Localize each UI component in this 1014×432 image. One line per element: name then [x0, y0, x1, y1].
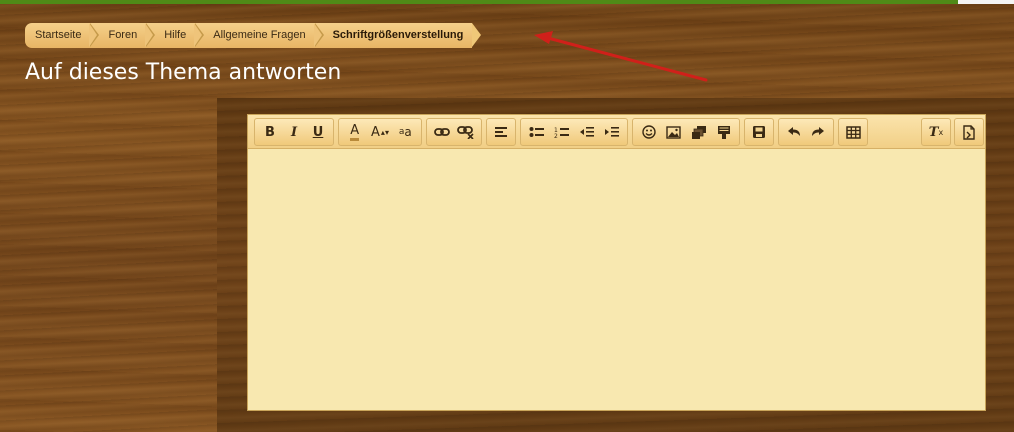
decrease-indent-button[interactable]: [574, 121, 599, 143]
breadcrumb-label: Foren: [108, 29, 138, 41]
page-title: Auf dieses Thema antworten: [25, 60, 342, 85]
media-icon: [691, 125, 706, 139]
breadcrumb-label: Schriftgrößenverstellung: [332, 29, 464, 41]
redo-icon: [812, 127, 824, 136]
breadcrumb-separator: [194, 23, 205, 47]
toolbar-group-history: [778, 118, 834, 146]
font-size-label: A: [371, 124, 380, 140]
toggle-source-icon: [963, 124, 975, 140]
image-icon: [666, 125, 681, 139]
breadcrumb-label: Allgemeine Fragen: [213, 29, 306, 41]
breadcrumb-item-current[interactable]: Schriftgrößenverstellung: [314, 23, 482, 48]
underline-button[interactable]: U: [306, 121, 330, 143]
breadcrumb-separator: [313, 23, 324, 47]
editor-toolbar: B I U A A ▴▾ aa 1 2 T x: [248, 115, 985, 149]
toggle-source-button[interactable]: [958, 121, 980, 143]
toolbar-group-basic-styles: B I U: [254, 118, 334, 146]
save-icon: [753, 126, 765, 138]
breadcrumb-separator: [145, 23, 156, 47]
toolbar-group-links: [426, 118, 482, 146]
breadcrumb: Startseite Foren Hilfe Allgemeine Fragen…: [25, 23, 482, 48]
undo-button[interactable]: [782, 121, 806, 143]
bold-button[interactable]: B: [258, 121, 282, 143]
undo-icon: [788, 127, 800, 136]
unlink-button[interactable]: [454, 121, 478, 143]
align-left-icon: [495, 127, 507, 137]
toolbar-group-cleanup: Tx: [921, 118, 951, 146]
breadcrumb-label: Startseite: [35, 29, 82, 41]
bulleted-list-button[interactable]: [524, 121, 549, 143]
unlink-icon: [457, 126, 474, 139]
table-button[interactable]: [842, 121, 864, 143]
align-left-button[interactable]: [490, 121, 512, 143]
breadcrumb-separator: [89, 23, 100, 47]
remove-format-label: T: [928, 124, 939, 140]
smiley-button[interactable]: [636, 121, 661, 143]
font-color-label: A: [350, 123, 360, 141]
numbered-list-icon: 12: [554, 127, 569, 139]
breadcrumb-label: Hilfe: [164, 29, 187, 41]
top-accent-bar: [0, 0, 958, 4]
remove-format-button[interactable]: Tx: [925, 121, 947, 143]
image-button[interactable]: [661, 121, 686, 143]
media-button[interactable]: [686, 121, 711, 143]
font-color-button[interactable]: A: [342, 121, 367, 143]
outdent-icon: [579, 127, 594, 137]
breadcrumb-separator: [472, 23, 482, 47]
toolbar-group-lists: 12: [520, 118, 628, 146]
indent-icon: [604, 127, 619, 137]
toolbar-group-document: [744, 118, 774, 146]
link-icon: [434, 128, 450, 136]
code-button[interactable]: [711, 121, 736, 143]
toolbar-group-insert: [632, 118, 740, 146]
rich-text-editor: B I U A A ▴▾ aa 1 2 T x: [247, 114, 986, 411]
italic-button[interactable]: I: [282, 121, 306, 143]
toolbar-group-table: [838, 118, 868, 146]
code-block-icon: [717, 125, 730, 139]
link-button[interactable]: [430, 121, 454, 143]
redo-button[interactable]: [806, 121, 830, 143]
bulleted-list-icon: [529, 127, 544, 137]
font-name-button[interactable]: aa: [393, 121, 418, 143]
breadcrumb-item-startseite[interactable]: Startseite: [25, 23, 100, 48]
toolbar-group-align: [486, 118, 516, 146]
top-bar-edge: [958, 0, 1014, 4]
table-icon: [845, 125, 861, 139]
editor-content-area[interactable]: [248, 149, 985, 410]
numbered-list-button[interactable]: 12: [549, 121, 574, 143]
increase-indent-button[interactable]: [599, 121, 624, 143]
font-size-button[interactable]: A ▴▾: [367, 121, 392, 143]
toolbar-group-font: A A ▴▾ aa: [338, 118, 422, 146]
toolbar-group-source: [954, 118, 984, 146]
svg-text:2: 2: [554, 133, 558, 139]
smiley-icon: [641, 125, 656, 139]
save-draft-button[interactable]: [748, 121, 770, 143]
breadcrumb-item-allgemeine-fragen[interactable]: Allgemeine Fragen: [195, 23, 324, 48]
